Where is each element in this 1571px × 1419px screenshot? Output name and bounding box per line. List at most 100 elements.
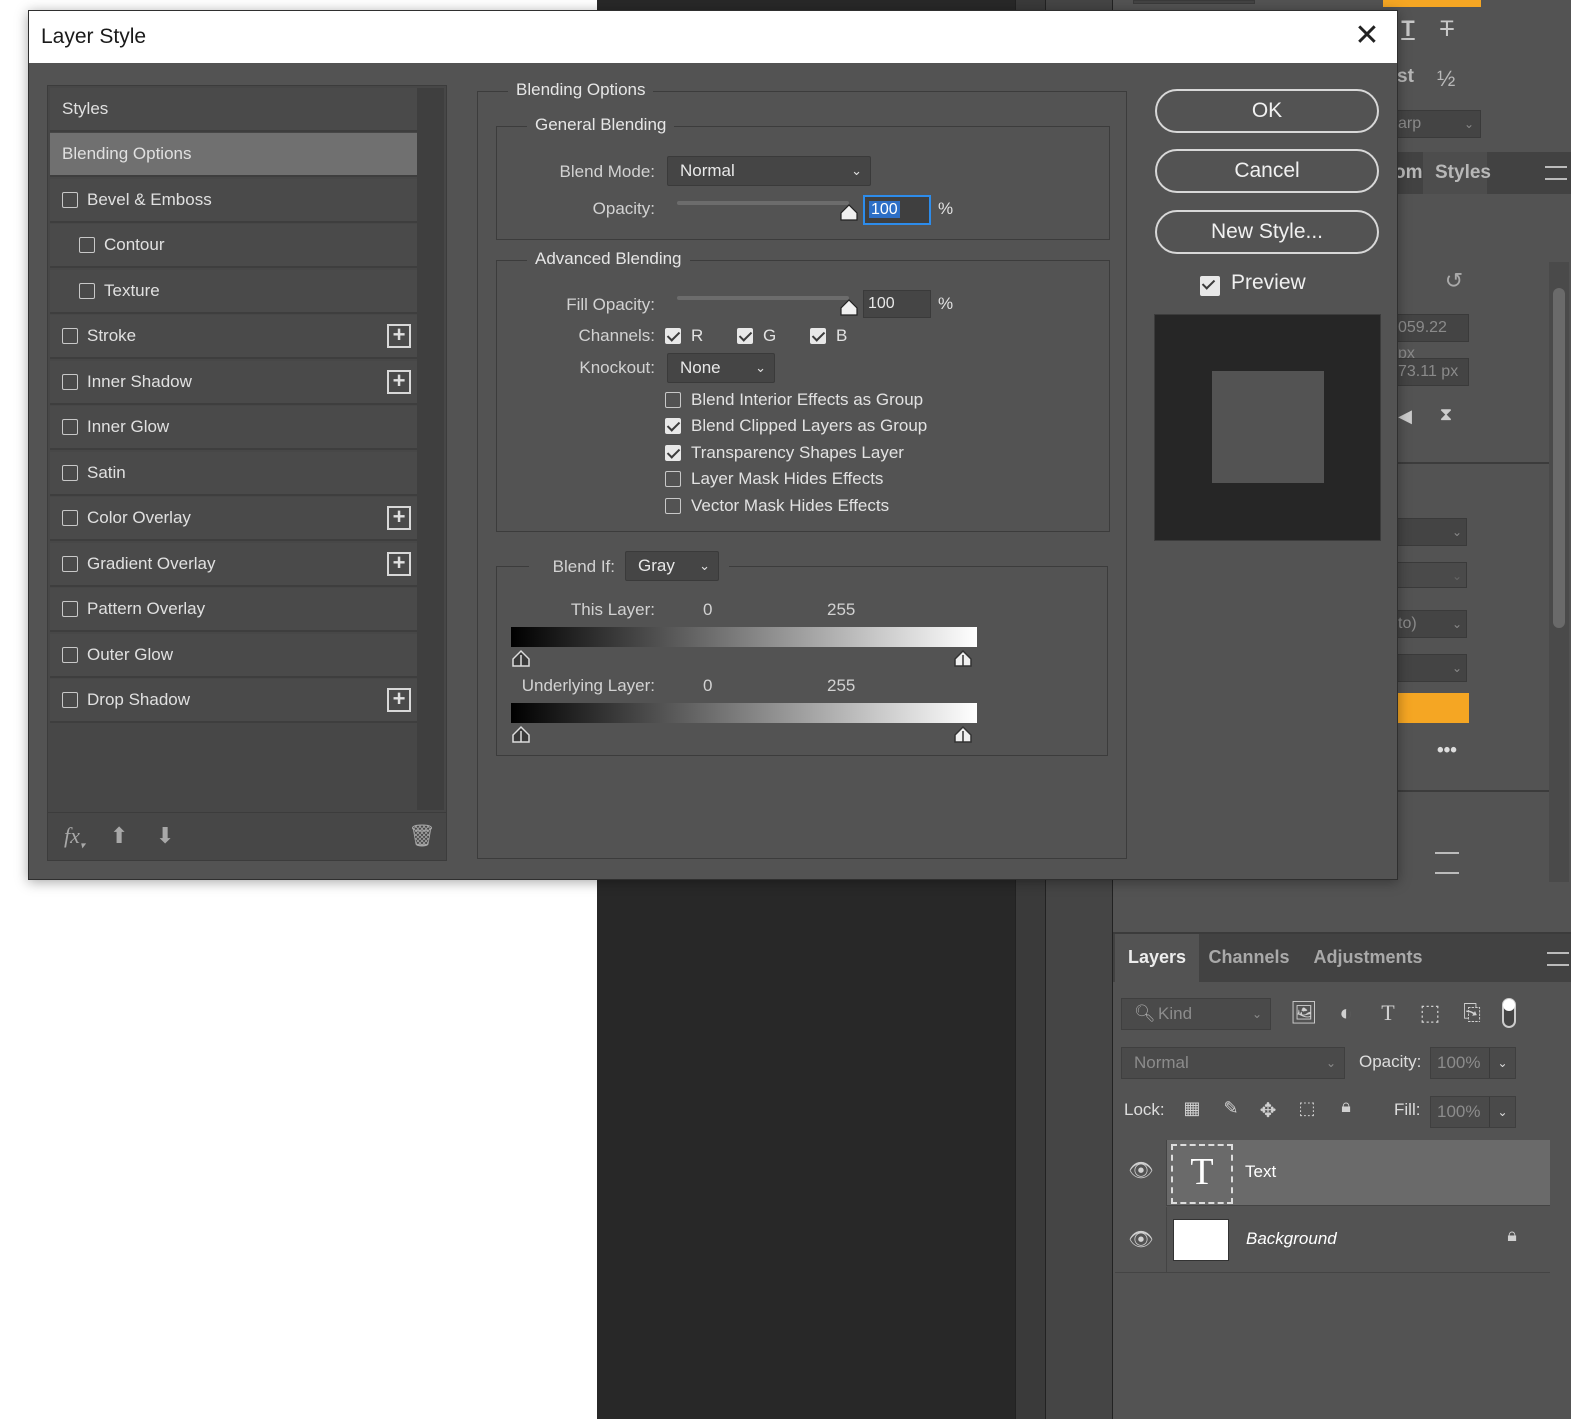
style-checkbox[interactable] — [62, 601, 78, 617]
style-item-bevel-emboss[interactable]: Bevel & Emboss — [50, 178, 417, 223]
layer-filter-select[interactable]: 🔍︎ Kind ⌄ — [1121, 998, 1271, 1030]
opacity-input[interactable]: 100 — [863, 195, 931, 225]
fx-icon[interactable]: fx▾ — [64, 823, 85, 851]
visibility-cell[interactable]: 👁︎ — [1115, 1207, 1167, 1273]
style-item-texture[interactable]: Texture — [50, 269, 417, 314]
add-effect-icon[interactable]: + — [387, 324, 411, 348]
style-item-outer-glow[interactable]: Outer Glow — [50, 633, 417, 678]
blend-interior-checkbox[interactable] — [665, 392, 681, 408]
fill-opacity-slider-thumb[interactable] — [840, 298, 858, 316]
knockout-select[interactable]: None ⌄ — [667, 353, 775, 383]
add-effect-icon[interactable]: + — [387, 506, 411, 530]
tab-layers[interactable]: Layers — [1115, 934, 1199, 984]
select-fragment-1[interactable]: ⌄ — [1393, 518, 1467, 546]
this-layer-gradient[interactable] — [511, 627, 977, 647]
text-layer-thumbnail[interactable]: T — [1171, 1144, 1233, 1204]
this-layer-white-marker[interactable] — [953, 649, 973, 667]
cancel-button[interactable]: Cancel — [1155, 149, 1379, 193]
channel-g-checkbox[interactable] — [737, 328, 753, 344]
layer-opacity-field[interactable]: 100% ⌄ — [1430, 1047, 1516, 1079]
style-item-blending-options[interactable]: Blending Options — [50, 133, 417, 177]
accent-color-bar[interactable] — [1393, 693, 1469, 723]
lock-paint-icon[interactable]: ✎ — [1218, 1098, 1244, 1119]
visibility-cell[interactable]: 👁︎ — [1115, 1140, 1167, 1206]
blend-mode-select[interactable]: Normal ⌄ — [667, 156, 871, 186]
panel-menu-icon[interactable] — [1545, 166, 1567, 180]
flip-horizontal-icon[interactable]: ◀ — [1395, 406, 1415, 427]
style-checkbox[interactable] — [62, 464, 78, 481]
panel-scrollbar[interactable] — [1549, 262, 1569, 882]
new-style-button[interactable]: New Style... — [1155, 210, 1379, 254]
opacity-slider-thumb[interactable] — [840, 203, 858, 221]
style-checkbox[interactable] — [62, 373, 78, 390]
lock-transparent-icon[interactable]: ▦ — [1179, 1098, 1205, 1119]
fractions-fragment[interactable]: ½ — [1437, 66, 1455, 92]
select-fragment-3[interactable]: to) ⌄ — [1393, 610, 1467, 638]
style-item-drop-shadow[interactable]: Drop Shadow + — [50, 679, 417, 723]
more-options-icon[interactable]: ••• — [1437, 740, 1457, 762]
style-item-gradient-overlay[interactable]: Gradient Overlay + — [50, 542, 417, 587]
style-checkbox[interactable] — [62, 555, 78, 572]
filter-shape-icon[interactable]: ⬚ — [1416, 1000, 1444, 1026]
align-justify-icon[interactable] — [1435, 852, 1459, 874]
add-effect-icon[interactable]: + — [387, 551, 411, 576]
background-layer-thumbnail[interactable] — [1173, 1219, 1229, 1261]
style-checkbox[interactable] — [62, 419, 78, 435]
style-checkbox[interactable] — [79, 282, 95, 299]
strikethrough-icon[interactable]: T — [1435, 16, 1459, 42]
eye-icon[interactable]: 👁︎ — [1127, 1227, 1155, 1252]
style-item-color-overlay[interactable]: Color Overlay + — [50, 497, 417, 541]
height-field[interactable]: 73.11 px — [1393, 358, 1469, 386]
layers-panel-menu-icon[interactable] — [1547, 952, 1569, 966]
style-item-contour[interactable]: Contour — [50, 224, 417, 268]
this-layer-black-marker[interactable] — [511, 649, 531, 667]
layer-fill-field[interactable]: 100% ⌄ — [1430, 1096, 1516, 1128]
style-item-satin[interactable]: Satin — [50, 451, 417, 496]
ok-button[interactable]: OK — [1155, 89, 1379, 133]
style-checkbox[interactable] — [62, 328, 78, 344]
fill-opacity-slider[interactable] — [677, 296, 849, 300]
scrollbar-thumb[interactable] — [1553, 288, 1565, 628]
style-checkbox[interactable] — [79, 237, 95, 253]
opacity-slider[interactable] — [677, 201, 849, 205]
tab-adjustments[interactable]: Adjustments — [1299, 934, 1437, 984]
layer-name[interactable]: Text — [1245, 1162, 1276, 1182]
tab-styles-label[interactable]: Styles — [1435, 162, 1491, 184]
layer-lock-icon[interactable]: 🔒︎ — [1499, 1225, 1525, 1246]
styles-header[interactable]: Styles — [50, 88, 417, 132]
underlying-white-marker[interactable] — [953, 725, 973, 743]
ordinals-fragment[interactable]: st — [1397, 66, 1414, 88]
select-fragment-4[interactable]: ⌄ — [1393, 654, 1467, 682]
style-item-stroke[interactable]: Stroke + — [50, 315, 417, 359]
preview-checkbox[interactable] — [1200, 276, 1220, 296]
layer-mask-hides-checkbox[interactable] — [665, 471, 681, 487]
add-effect-icon[interactable]: + — [387, 688, 411, 712]
move-down-icon[interactable]: ⬇ — [156, 823, 174, 849]
antialias-select[interactable]: arp ⌄ — [1393, 110, 1481, 138]
flip-vertical-icon[interactable]: ⧗ — [1433, 404, 1459, 425]
tab-channels[interactable]: Channels — [1199, 934, 1299, 984]
layer-name[interactable]: Background — [1246, 1229, 1337, 1249]
underlying-layer-gradient[interactable] — [511, 703, 977, 723]
filter-adjustment-icon[interactable]: ◐ — [1332, 1000, 1360, 1026]
trash-icon[interactable]: 🗑︎ — [408, 823, 436, 849]
channel-b-checkbox[interactable] — [810, 328, 826, 344]
move-up-icon[interactable]: ⬆ — [110, 823, 128, 849]
vector-mask-hides-checkbox[interactable] — [665, 498, 681, 514]
styles-list-scrollbar[interactable] — [417, 88, 444, 810]
style-checkbox[interactable] — [62, 646, 78, 663]
style-checkbox[interactable] — [62, 692, 78, 708]
blend-if-select[interactable]: Gray ⌄ — [625, 551, 719, 581]
lock-position-icon[interactable]: ✥ — [1255, 1098, 1281, 1123]
style-checkbox[interactable] — [62, 510, 78, 526]
blend-clipped-checkbox[interactable] — [665, 418, 681, 434]
layer-row-text[interactable]: 👁︎ T Text — [1115, 1140, 1550, 1206]
reset-icon[interactable]: ↺ — [1439, 268, 1469, 294]
transparency-shapes-checkbox[interactable] — [665, 445, 681, 461]
lock-artboard-icon[interactable]: ⬚ — [1294, 1098, 1320, 1119]
channel-r-checkbox[interactable] — [665, 328, 681, 344]
filter-smart-object-icon[interactable]: ⎘ — [1458, 1000, 1486, 1026]
style-item-inner-glow[interactable]: Inner Glow — [50, 406, 417, 450]
filter-toggle[interactable] — [1502, 998, 1516, 1028]
layer-row-background[interactable]: 👁︎ Background 🔒︎ — [1115, 1207, 1550, 1273]
